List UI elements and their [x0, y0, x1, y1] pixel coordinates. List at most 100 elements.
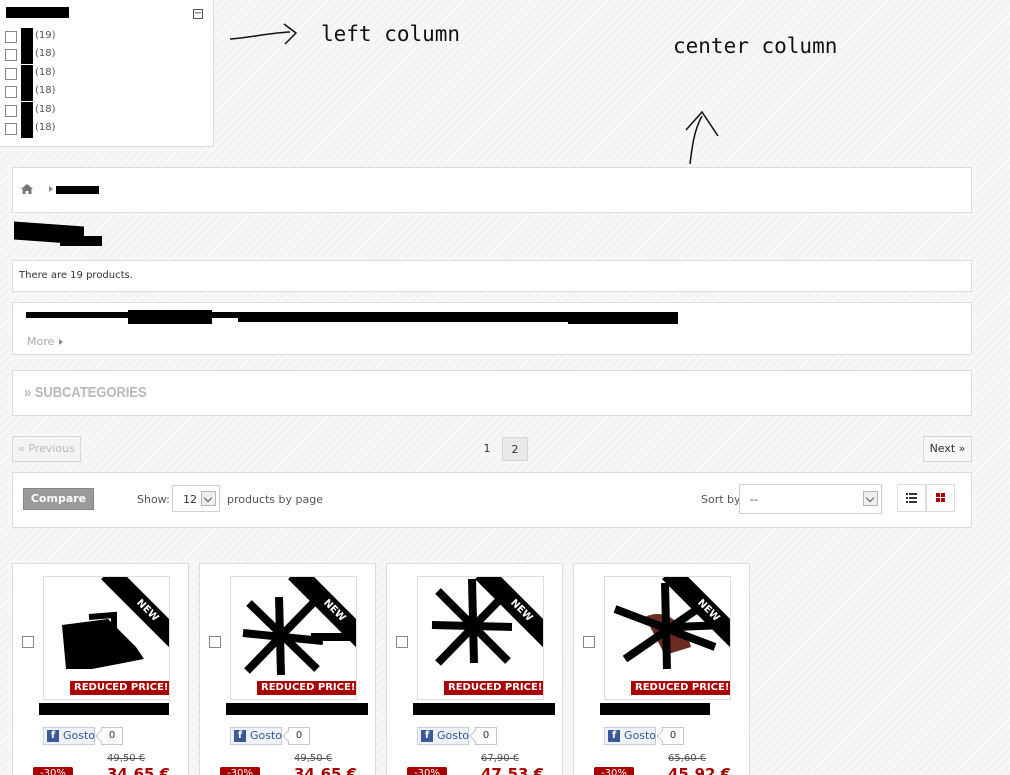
- filter-checkbox[interactable]: [5, 49, 17, 61]
- like-label: Gosto: [250, 729, 283, 742]
- product-name-redacted: [600, 703, 710, 715]
- facebook-icon: f: [234, 730, 246, 742]
- more-label: More: [27, 335, 55, 348]
- filter-label-redacted: [21, 46, 33, 64]
- sort-value: --: [750, 493, 758, 506]
- page-number-1[interactable]: 1: [474, 437, 500, 461]
- product-name-redacted: [413, 703, 555, 715]
- discount-badge: -30%: [220, 767, 260, 775]
- grid-view-icon: [936, 493, 945, 502]
- annotation-arrow-center: [685, 110, 719, 165]
- facebook-like-button[interactable]: f Gosto: [230, 727, 282, 745]
- page-number-2[interactable]: 2: [502, 437, 528, 461]
- like-count: 0: [101, 727, 123, 745]
- chevron-down-icon: [201, 491, 216, 506]
- list-view-button[interactable]: [897, 484, 926, 512]
- annotation-center-column: center column: [673, 34, 838, 58]
- filter-option[interactable]: (18): [5, 46, 85, 64]
- old-price: 49,50 €: [107, 753, 146, 764]
- product-card[interactable]: NEW REDUCED PRICE! f Gosto 0 67,90 € -30%…: [386, 563, 563, 775]
- filter-count: (18): [35, 122, 56, 133]
- facebook-like-button[interactable]: f Gosto: [417, 727, 469, 745]
- description-text-redacted-part: [238, 312, 568, 322]
- reduced-price-badge: REDUCED PRICE!: [631, 681, 730, 695]
- filter-label-redacted: [21, 102, 33, 120]
- product-count-box: [12, 260, 972, 292]
- filter-count: (19): [35, 30, 56, 41]
- like-count: 0: [662, 727, 684, 745]
- filter-checkbox[interactable]: [5, 68, 17, 80]
- subcategories-box: [12, 370, 972, 416]
- filter-option[interactable]: (18): [5, 65, 85, 83]
- like-label: Gosto: [63, 729, 96, 742]
- show-label: Show:: [137, 493, 170, 506]
- breadcrumb-separator-icon: [49, 186, 53, 192]
- compare-checkbox[interactable]: [396, 636, 408, 648]
- filter-count: (18): [35, 67, 56, 78]
- caret-right-icon: [59, 339, 64, 345]
- compare-checkbox[interactable]: [583, 636, 595, 648]
- filter-count: (18): [35, 85, 56, 96]
- filter-option[interactable]: (18): [5, 83, 85, 101]
- per-page-value: 12: [183, 493, 197, 506]
- filter-checkbox[interactable]: [5, 31, 17, 43]
- discount-badge: -30%: [594, 767, 634, 775]
- product-card[interactable]: NEW REDUCED PRICE! f Gosto 0 65,60 € -30%…: [573, 563, 750, 775]
- grid-view-button[interactable]: [926, 484, 955, 512]
- list-view-icon: [906, 493, 917, 503]
- filter-option[interactable]: (18): [5, 120, 85, 138]
- more-link[interactable]: More: [27, 335, 64, 348]
- like-count: 0: [475, 727, 497, 745]
- product-image[interactable]: NEW REDUCED PRICE!: [604, 576, 731, 700]
- filter-label-redacted: [21, 28, 33, 46]
- page-title-redacted-part: [60, 236, 102, 246]
- filter-label-redacted: [21, 120, 33, 138]
- filter-checkbox[interactable]: [5, 86, 17, 98]
- filter-option[interactable]: (19): [5, 28, 85, 46]
- per-page-select[interactable]: 12: [172, 485, 220, 512]
- next-page-button[interactable]: Next »: [923, 436, 972, 462]
- filter-checkbox[interactable]: [5, 123, 17, 135]
- product-image[interactable]: NEW REDUCED PRICE!: [43, 576, 170, 700]
- product-image[interactable]: NEW REDUCED PRICE!: [230, 576, 357, 700]
- filter-count: (18): [35, 104, 56, 115]
- old-price: 67,90 €: [481, 753, 520, 764]
- facebook-like-button[interactable]: f Gosto: [43, 727, 95, 745]
- like-label: Gosto: [437, 729, 470, 742]
- compare-button[interactable]: Compare: [23, 488, 94, 510]
- product-image[interactable]: NEW REDUCED PRICE!: [417, 576, 544, 700]
- filter-option[interactable]: (18): [5, 102, 85, 120]
- discount-badge: -30%: [407, 767, 447, 775]
- filter-title-redacted: [6, 7, 69, 18]
- collapse-icon[interactable]: −: [193, 9, 203, 19]
- product-card[interactable]: NEW REDUCED PRICE! f Gosto 0 49,50 € -30%…: [199, 563, 376, 775]
- old-price: 65,60 €: [668, 753, 707, 764]
- description-text-redacted-part: [128, 310, 212, 324]
- old-price: 49,50 €: [294, 753, 333, 764]
- reduced-price-badge: REDUCED PRICE!: [257, 681, 356, 695]
- breadcrumb: [12, 167, 972, 213]
- discount-badge: -30%: [33, 767, 73, 775]
- product-name-redacted: [39, 703, 169, 715]
- product-name-redacted: [226, 703, 368, 715]
- previous-page-button[interactable]: « Previous: [12, 436, 81, 462]
- reduced-price-badge: REDUCED PRICE!: [70, 681, 169, 695]
- per-page-suffix: products by page: [227, 493, 323, 506]
- facebook-like-button[interactable]: f Gosto: [604, 727, 656, 745]
- compare-checkbox[interactable]: [22, 636, 34, 648]
- product-price: 45,92 €: [668, 765, 732, 775]
- subcategories-heading: » SUBCATEGORIES: [24, 384, 147, 401]
- product-price: 34,65 €: [294, 765, 358, 775]
- filter-label-redacted: [21, 65, 33, 83]
- annotation-arrow-left: [229, 23, 298, 45]
- sort-label: Sort by: [701, 493, 741, 506]
- filter-checkbox[interactable]: [5, 105, 17, 117]
- chevron-down-icon: [863, 491, 878, 506]
- sort-select[interactable]: --: [739, 484, 882, 514]
- compare-checkbox[interactable]: [209, 636, 221, 648]
- product-price: 34,65 €: [107, 765, 171, 775]
- product-card[interactable]: NEW REDUCED PRICE! f Gosto 0 49,50 € -30%…: [12, 563, 189, 775]
- product-price: 47,53 €: [481, 765, 545, 775]
- filter-count: (18): [35, 48, 56, 59]
- home-icon[interactable]: [21, 184, 33, 194]
